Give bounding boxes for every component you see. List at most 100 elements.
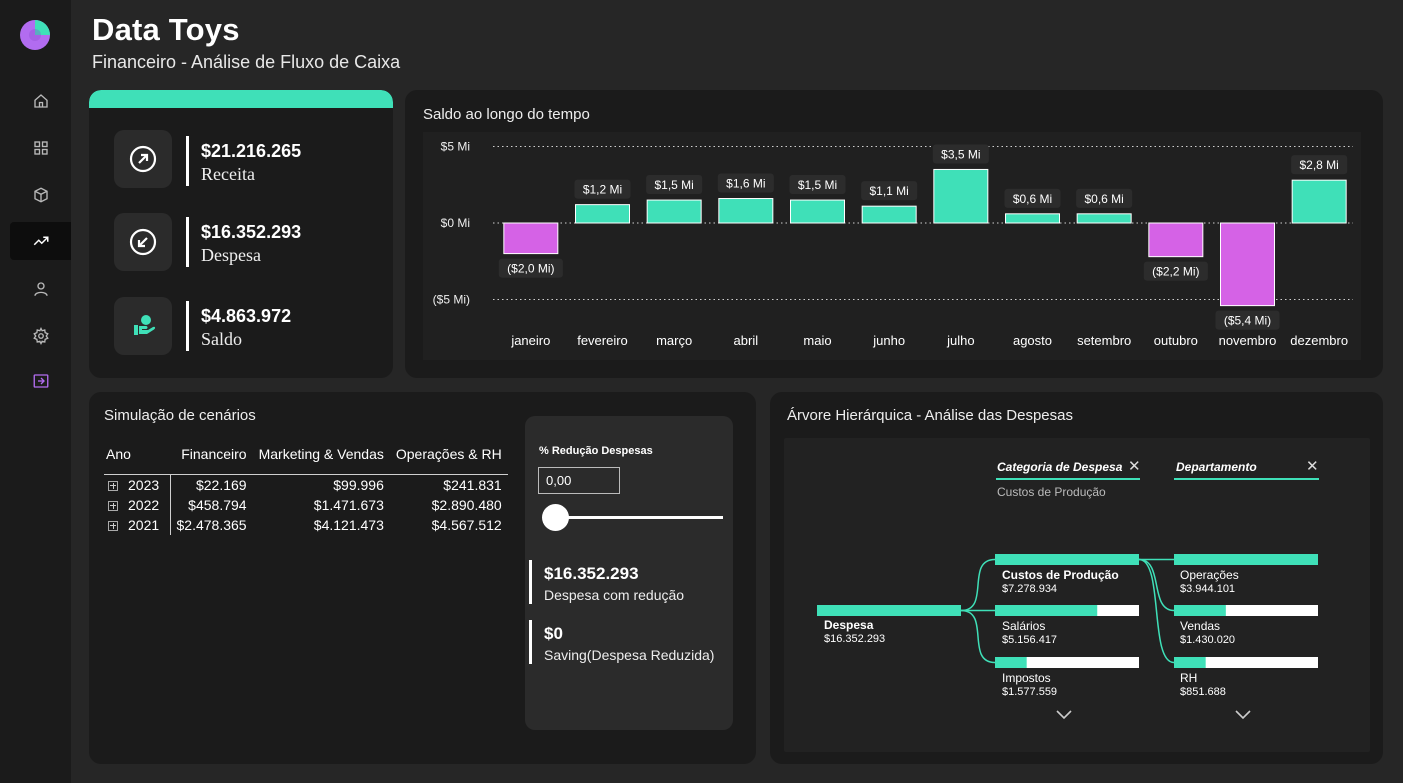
x-tick-label: março <box>656 333 692 348</box>
data-label: ($5,4 Mi) <box>1224 314 1271 328</box>
data-label: $1,6 Mi <box>726 177 765 191</box>
simulation-card: Simulação de cenários Ano Financeiro Mar… <box>89 392 756 764</box>
reduced-expense-value: $16.352.293 <box>544 564 639 583</box>
trend-icon[interactable] <box>10 222 71 260</box>
exit-icon[interactable] <box>10 362 71 400</box>
level2-node-bar-fill[interactable] <box>1174 554 1318 565</box>
x-tick-label: setembro <box>1077 333 1131 348</box>
grid-icon[interactable] <box>10 129 71 167</box>
chevron-down-icon[interactable] <box>1235 710 1251 720</box>
balance-chart-card: Saldo ao longo do tempo $5 Mi $0 Mi ($5 Mi… <box>405 90 1383 378</box>
kpi-divider <box>186 301 189 351</box>
column-header[interactable]: Ano <box>104 444 170 475</box>
data-label: ($2,0 Mi) <box>507 262 554 276</box>
chart-title: Saldo ao longo do tempo <box>423 106 590 123</box>
data-label: ($2,2 Mi) <box>1152 265 1199 279</box>
reduced-expense-label: Despesa com redução <box>544 587 685 603</box>
bar[interactable] <box>503 222 559 255</box>
table-row: 2021 $2.478.365 $4.121.473 $4.567.512 <box>104 514 508 535</box>
balance-bar-chart: $5 Mi $0 Mi ($5 Mi) ($2,0 Mi) janeiro $1,2 Mi… <box>423 132 1361 360</box>
column-header[interactable]: Marketing & Vendas <box>252 444 390 475</box>
slider-thumb[interactable] <box>542 504 569 531</box>
saving-label: Saving(Despesa Reduzida) <box>544 647 715 663</box>
root-node-bar-fill[interactable] <box>817 605 961 616</box>
data-label: $0,6 Mi <box>1013 192 1052 206</box>
level1-node-value: $7.278.934 <box>1002 583 1058 595</box>
level1-node-bar-fill[interactable] <box>995 657 1027 668</box>
kpi-value-receita: $21.216.265 <box>201 141 302 161</box>
simulation-title: Simulação de cenários <box>104 407 256 424</box>
kpi-card-topbar <box>89 90 393 108</box>
expand-icon[interactable] <box>108 500 118 511</box>
page-subtitle: Financeiro - Análise de Fluxo de Caixa <box>92 52 401 72</box>
tree-connectors <box>817 554 1318 668</box>
kpi-label-receita: Receita <box>201 164 255 184</box>
x-tick-label: junho <box>872 333 905 348</box>
bar[interactable] <box>1220 222 1275 307</box>
tree-connector <box>960 609 996 664</box>
slicer-label: % Redução Despesas <box>539 445 653 457</box>
bar[interactable] <box>1291 179 1347 224</box>
data-label: $0,6 Mi <box>1084 192 1123 206</box>
chevron-down-icon[interactable] <box>1056 710 1072 720</box>
simulation-matrix: Ano Financeiro Marketing & Vendas Operaç… <box>104 444 508 535</box>
table-row: 2022 $458.794 $1.471.673 $2.890.480 <box>104 494 508 515</box>
kpi-divider <box>186 136 189 186</box>
y-tick-label: $0 Mi <box>441 216 470 230</box>
level1-node-name[interactable]: Custos de Produção <box>1002 568 1119 582</box>
result-divider <box>529 620 532 664</box>
x-tick-label: novembro <box>1219 333 1277 348</box>
x-tick-label: julho <box>946 333 974 348</box>
arrow-up-right-icon <box>114 130 172 188</box>
data-label: $1,2 Mi <box>583 183 622 197</box>
bar[interactable] <box>790 199 845 224</box>
bar[interactable] <box>933 168 989 224</box>
root-node-value: $16.352.293 <box>824 633 886 645</box>
page-title: Data Toys <box>92 12 240 47</box>
level1-node-bar-fill[interactable] <box>995 554 1139 565</box>
level1-node-name[interactable]: Salários <box>1002 619 1045 633</box>
decomposition-tree-card: Árvore Hierárquica - Análise das Despesa… <box>770 392 1383 764</box>
bar[interactable] <box>646 199 702 224</box>
level2-node-value: $851.688 <box>1180 686 1226 698</box>
box-icon[interactable] <box>10 176 71 214</box>
bar[interactable] <box>575 204 630 224</box>
slider-track[interactable] <box>553 516 723 519</box>
tree-title: Árvore Hierárquica - Análise das Despesa… <box>787 407 1073 424</box>
x-tick-label: agosto <box>1013 333 1052 348</box>
column-header[interactable]: Financeiro <box>170 444 253 475</box>
x-tick-label: maio <box>803 333 831 348</box>
tree-connector <box>960 558 996 612</box>
level1-node-bar-fill[interactable] <box>995 605 1098 616</box>
hand-money-icon <box>114 297 172 355</box>
expand-icon[interactable] <box>108 480 118 491</box>
bar[interactable] <box>718 198 774 224</box>
level2-node-name[interactable]: Vendas <box>1180 619 1220 633</box>
kpi-card: $21.216.265 Receita $16.352.293 Despesa … <box>89 90 393 378</box>
level2-node-name[interactable]: RH <box>1180 671 1197 685</box>
level2-node-bar-fill[interactable] <box>1174 657 1206 668</box>
gear-icon[interactable] <box>10 317 71 355</box>
root-node-name[interactable]: Despesa <box>824 618 873 632</box>
bar[interactable] <box>1076 213 1132 224</box>
column-header[interactable]: Operações & RH <box>389 444 508 475</box>
home-icon[interactable] <box>10 82 71 120</box>
expand-icon[interactable] <box>108 520 118 531</box>
x-tick-label: dezembro <box>1290 333 1348 348</box>
y-tick-label: ($5 Mi) <box>433 293 470 307</box>
bar[interactable] <box>861 205 917 224</box>
level1-node-name[interactable]: Impostos <box>1002 671 1051 685</box>
bar[interactable] <box>1148 222 1204 258</box>
level1-node-value: $5.156.417 <box>1002 634 1058 646</box>
reduction-input[interactable] <box>538 467 620 494</box>
bar[interactable] <box>1005 213 1060 224</box>
kpi-value-despesa: $16.352.293 <box>201 222 302 242</box>
x-tick-label: outubro <box>1154 333 1198 348</box>
user-icon[interactable] <box>10 270 71 308</box>
x-tick-label: janeiro <box>510 333 550 348</box>
level2-node-value: $1.430.020 <box>1180 634 1236 646</box>
level1-node-value: $1.577.559 <box>1002 686 1058 698</box>
decomposition-tree: Categoria de Despesa ✕ Custos de Produçã… <box>784 438 1370 752</box>
level2-node-bar-fill[interactable] <box>1174 605 1226 616</box>
level2-node-name[interactable]: Operações <box>1180 568 1239 582</box>
